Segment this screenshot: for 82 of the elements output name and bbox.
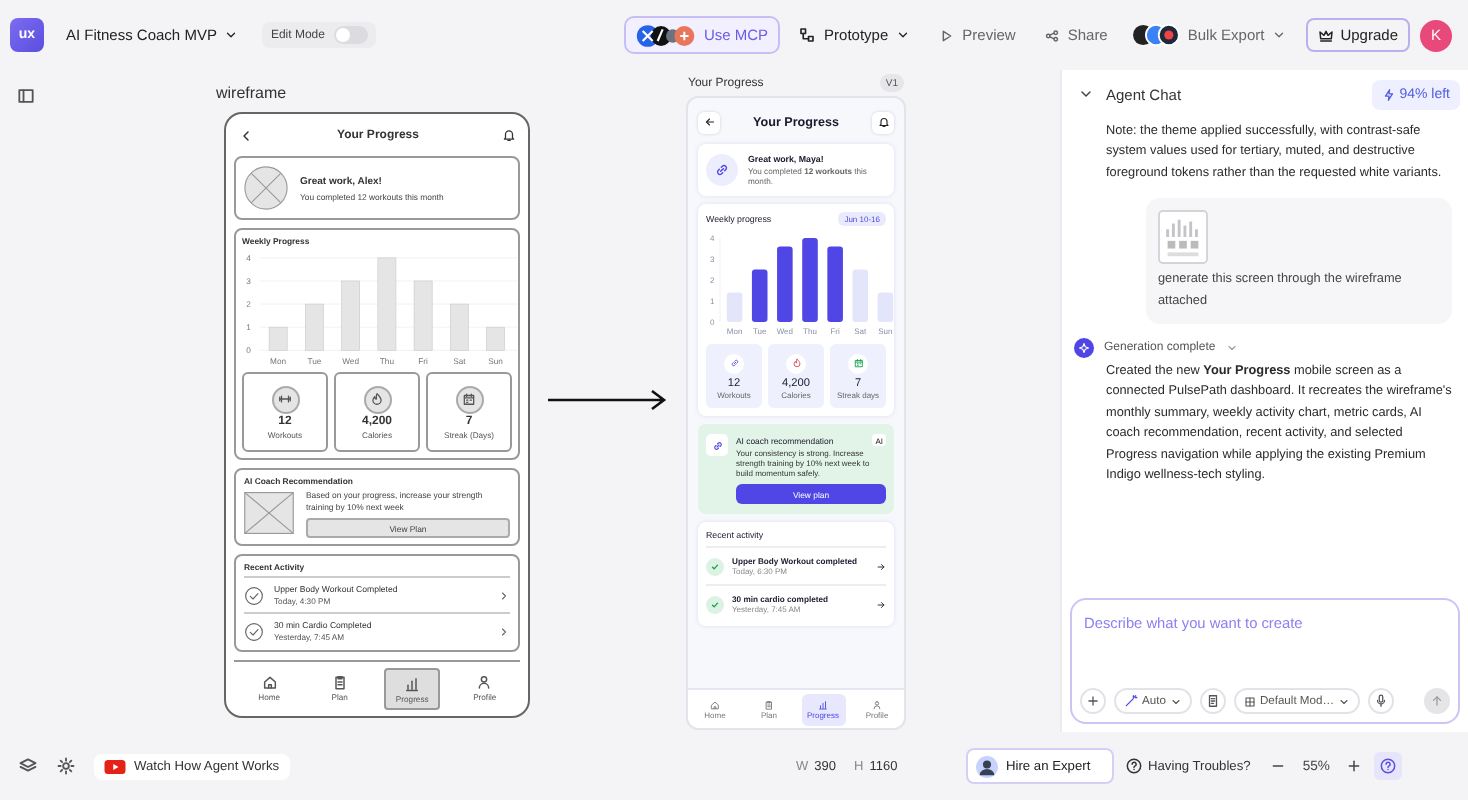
nav-icon (818, 699, 828, 709)
arrow-right-icon (876, 599, 886, 609)
nav-icon (710, 699, 720, 709)
question-icon (1126, 758, 1142, 774)
caret-icon (1169, 695, 1182, 707)
settings-icon[interactable] (56, 756, 76, 776)
frame-label: wireframe (216, 84, 289, 104)
bell-icon (502, 128, 516, 143)
image-placeholder-icon (244, 492, 294, 535)
video-play-icon (104, 759, 126, 773)
caret-icon (1338, 695, 1350, 707)
metric-icon (729, 358, 739, 368)
crown-icon (1318, 27, 1335, 43)
chart-bar (802, 238, 818, 322)
metric-icon (462, 392, 476, 407)
arrow-up-icon (1430, 694, 1444, 708)
zoom-in-icon[interactable] (1345, 758, 1362, 774)
notifications-button[interactable] (872, 111, 894, 133)
arrow-icon (546, 388, 670, 412)
chart-bar (877, 292, 894, 322)
person-avatar-icon (976, 755, 998, 777)
document-icon (1205, 694, 1220, 708)
help-icon (1379, 758, 1396, 774)
caret-icon (896, 28, 911, 42)
arrow-right-icon (876, 561, 886, 571)
back-button[interactable] (698, 111, 720, 133)
chart-bar (486, 327, 505, 351)
edit-mode-toggle[interactable] (334, 26, 369, 44)
nav-icon (404, 675, 421, 691)
nav-icon (261, 673, 278, 689)
chart-bar (726, 292, 743, 322)
help-button[interactable] (1373, 752, 1402, 780)
nav-icon (764, 699, 774, 709)
model-icon (1243, 695, 1256, 707)
caret-icon (1225, 342, 1238, 355)
check-circle-icon (244, 621, 264, 641)
prototype-icon (798, 26, 817, 44)
link-icon (714, 162, 730, 178)
plus-icon (1086, 694, 1100, 708)
nav-icon (331, 673, 348, 689)
integration-logos-icon (635, 23, 696, 47)
nav-icon (872, 699, 882, 709)
metric-icon (370, 392, 384, 407)
chart-bar (777, 246, 793, 322)
check-icon (710, 599, 720, 609)
chevron-right-icon (498, 589, 510, 601)
collapse-icon[interactable] (1078, 86, 1094, 102)
metric-icon (791, 358, 801, 368)
caret-icon (224, 28, 239, 42)
microphone-icon (1374, 694, 1388, 708)
check-icon (710, 561, 720, 571)
wireframe-thumbnail-drawing (1158, 210, 1208, 265)
back-icon (703, 116, 715, 128)
chart-bar (413, 281, 433, 351)
layers-icon[interactable] (18, 756, 38, 776)
microphone-button[interactable] (1368, 688, 1394, 714)
nav-icon (476, 673, 493, 689)
chart-bar (852, 269, 869, 322)
caret-icon (1272, 28, 1287, 42)
chart-bar (341, 281, 360, 351)
wand-icon (1124, 694, 1138, 708)
metric-icon (853, 358, 863, 368)
metric-icon (278, 392, 292, 407)
sidebar-toggle-icon[interactable] (15, 86, 35, 106)
check-circle-icon (244, 585, 264, 605)
link-icon (711, 439, 723, 451)
chart-bar (377, 257, 397, 351)
chart-bar (751, 269, 768, 322)
lightning-icon (1381, 87, 1396, 101)
attach-button[interactable] (1199, 688, 1226, 714)
back-icon (238, 127, 254, 144)
chart-bar (268, 327, 288, 351)
collaborator-avatars-icon (1131, 24, 1180, 46)
bell-icon (877, 116, 889, 128)
play-icon (938, 27, 955, 43)
chart-bar (450, 304, 469, 351)
chevron-right-icon (498, 625, 510, 637)
chart-bar (305, 304, 324, 351)
image-placeholder-icon (244, 166, 288, 211)
chart-bar (827, 246, 843, 322)
share-icon (1043, 27, 1060, 43)
add-button[interactable] (1080, 688, 1106, 714)
